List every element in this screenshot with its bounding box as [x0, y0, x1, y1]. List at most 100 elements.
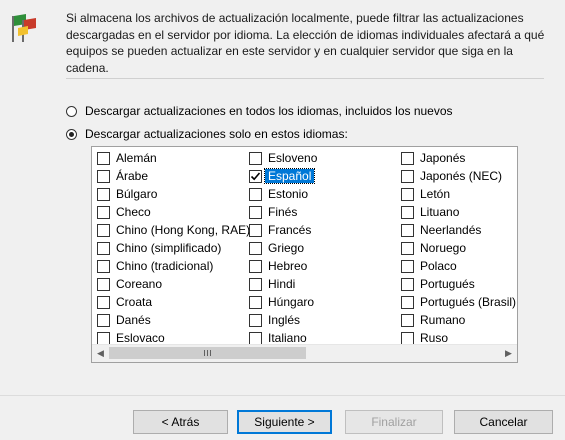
language-checkbox[interactable] [401, 205, 414, 219]
language-column-1: Alemán Árabe Búlgaro Checo Chino (Hong Kong,… [92, 149, 250, 347]
wsus-flags-icon [8, 10, 40, 44]
language-label: Hebreo [268, 259, 308, 273]
language-item[interactable]: Alemán [92, 149, 250, 167]
language-list[interactable]: Alemán Árabe Búlgaro Checo Chino (Hong Kong,… [91, 146, 518, 363]
language-checkbox[interactable] [249, 259, 262, 273]
language-checkbox[interactable] [249, 187, 262, 201]
language-label: Letón [420, 187, 451, 201]
language-checkbox[interactable] [249, 313, 262, 327]
language-label: Rumano [420, 313, 466, 327]
language-label: Coreano [116, 277, 163, 291]
language-checkbox[interactable] [401, 151, 414, 165]
language-item[interactable]: Danés [92, 311, 250, 329]
language-item[interactable]: Letón [396, 185, 516, 203]
language-item[interactable]: Estonio [244, 185, 317, 203]
language-checkbox[interactable] [401, 295, 414, 309]
back-button[interactable]: < Atrás [133, 410, 228, 434]
language-item[interactable]: Finés [244, 203, 317, 221]
language-checkbox[interactable] [97, 223, 110, 237]
language-checkbox[interactable] [249, 241, 262, 255]
language-item[interactable]: Rumano [396, 311, 516, 329]
next-button[interactable]: Siguiente > [237, 410, 332, 434]
language-item[interactable]: Hindi [244, 275, 317, 293]
language-label: Italiano [268, 331, 307, 345]
description-text: Si almacena los archivos de actualizació… [66, 11, 545, 75]
language-item[interactable]: Croata [92, 293, 250, 311]
language-label: Noruego [420, 241, 467, 255]
language-label: Chino (Hong Kong, RAE) [116, 223, 251, 237]
language-label: Portugués (Brasil) [420, 295, 517, 309]
language-item[interactable]: Portugués (Brasil) [396, 293, 516, 311]
language-item[interactable]: Checo [92, 203, 250, 221]
language-item[interactable]: Chino (tradicional) [92, 257, 250, 275]
language-item[interactable]: Portugués [396, 275, 516, 293]
language-checkbox[interactable] [401, 313, 414, 327]
language-checkbox[interactable] [97, 241, 110, 255]
language-checkbox[interactable] [97, 277, 110, 291]
language-checkbox[interactable] [97, 187, 110, 201]
language-item[interactable]: Francés [244, 221, 317, 239]
language-label: Lituano [420, 205, 460, 219]
language-item[interactable]: Búlgaro [92, 185, 250, 203]
language-item[interactable]: Neerlandés [396, 221, 516, 239]
language-checkbox[interactable] [249, 277, 262, 291]
language-checkbox[interactable] [97, 331, 110, 345]
language-label: Japonés (NEC) [420, 169, 503, 183]
language-item[interactable]: Húngaro [244, 293, 317, 311]
language-label: Inglés [268, 313, 301, 327]
language-checkbox[interactable] [401, 169, 414, 183]
language-label: Croata [116, 295, 153, 309]
grip-icon [204, 350, 211, 356]
language-item[interactable]: Hebreo [244, 257, 317, 275]
finish-button[interactable]: Finalizar [345, 410, 443, 434]
language-checkbox[interactable] [97, 313, 110, 327]
language-item[interactable]: Noruego [396, 239, 516, 257]
language-checkbox[interactable] [401, 331, 414, 345]
language-checkbox[interactable] [97, 295, 110, 309]
language-label: Húngaro [268, 295, 315, 309]
language-item[interactable]: Español [244, 167, 317, 185]
language-checkbox[interactable] [97, 205, 110, 219]
scroll-right-arrow-icon[interactable]: ▶ [500, 345, 517, 362]
radio-only-languages[interactable]: Descargar actualizaciones solo en estos … [66, 125, 348, 143]
cancel-button[interactable]: Cancelar [454, 410, 553, 434]
language-checkbox[interactable] [249, 205, 262, 219]
scroll-left-arrow-icon[interactable]: ◀ [92, 345, 109, 362]
language-checkbox[interactable] [97, 259, 110, 273]
language-checkbox[interactable] [249, 151, 262, 165]
language-label: Alemán [116, 151, 157, 165]
language-item[interactable]: Coreano [92, 275, 250, 293]
language-checkbox[interactable] [97, 169, 110, 183]
language-item[interactable]: Lituano [396, 203, 516, 221]
language-label: Chino (simplificado) [116, 241, 222, 255]
language-label: Búlgaro [116, 187, 158, 201]
language-checkbox[interactable] [401, 259, 414, 273]
language-checkbox[interactable] [249, 169, 262, 183]
language-item[interactable]: Griego [244, 239, 317, 257]
language-checkbox[interactable] [401, 241, 414, 255]
language-item[interactable]: Japonés (NEC) [396, 167, 516, 185]
language-label: Checo [116, 205, 151, 219]
language-item[interactable]: Árabe [92, 167, 250, 185]
language-checkbox[interactable] [401, 187, 414, 201]
language-checkbox[interactable] [401, 223, 414, 237]
language-label: Ruso [420, 331, 449, 345]
language-checkbox[interactable] [97, 151, 110, 165]
language-checkbox[interactable] [249, 223, 262, 237]
language-checkbox[interactable] [249, 331, 262, 345]
language-label: Estonio [268, 187, 309, 201]
language-item[interactable]: Esloveno [244, 149, 317, 167]
language-item[interactable]: Polaco [396, 257, 516, 275]
horizontal-scrollbar[interactable]: ◀ ▶ [92, 344, 517, 362]
radio-button[interactable] [66, 105, 77, 117]
language-checkbox[interactable] [249, 295, 262, 309]
language-item[interactable]: Chino (Hong Kong, RAE) [92, 221, 250, 239]
language-item[interactable]: Chino (simplificado) [92, 239, 250, 257]
language-label: Finés [268, 205, 298, 219]
radio-all-languages[interactable]: Descargar actualizaciones en todos los i… [66, 102, 453, 120]
language-item[interactable]: Inglés [244, 311, 317, 329]
language-checkbox[interactable] [401, 277, 414, 291]
scrollbar-thumb[interactable] [109, 347, 306, 359]
language-item[interactable]: Japonés [396, 149, 516, 167]
radio-button[interactable] [66, 128, 77, 140]
